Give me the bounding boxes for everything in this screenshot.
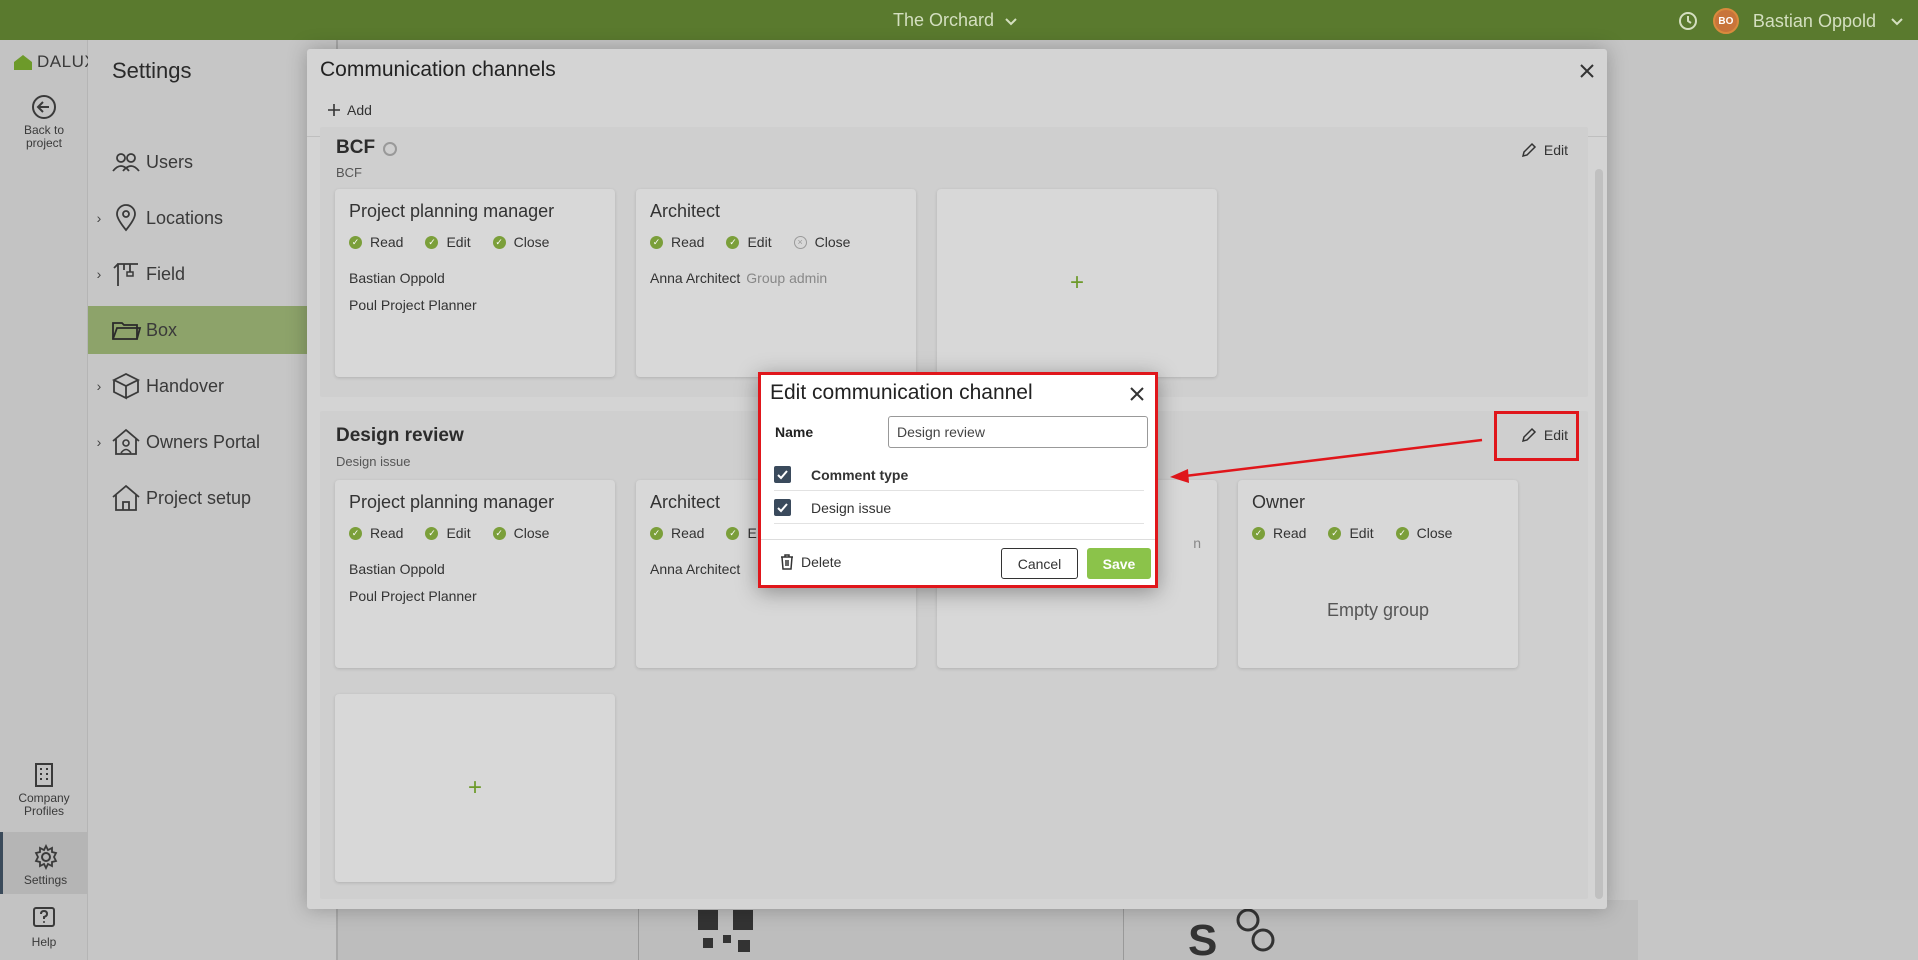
name-input[interactable] <box>888 416 1148 448</box>
design-issue-row[interactable]: Design issue <box>774 492 1144 524</box>
delete-button[interactable]: Delete <box>779 553 841 571</box>
checkbox-checked-icon[interactable] <box>774 466 791 483</box>
row-label: Design issue <box>811 499 892 516</box>
save-button[interactable]: Save <box>1087 548 1151 579</box>
comment-type-row[interactable]: Comment type <box>774 459 1144 491</box>
close-icon[interactable] <box>1127 384 1147 404</box>
cancel-button[interactable]: Cancel <box>1001 548 1078 579</box>
dialog-title: Edit communication channel <box>770 381 1033 404</box>
dialog-footer: Delete Cancel Save <box>761 539 1155 587</box>
checkbox-checked-icon[interactable] <box>774 499 791 516</box>
trash-icon <box>781 554 793 570</box>
edit-channel-dialog: Edit communication channel Name Comment … <box>758 372 1158 588</box>
row-label: Comment type <box>811 466 909 483</box>
name-label: Name <box>775 424 814 440</box>
